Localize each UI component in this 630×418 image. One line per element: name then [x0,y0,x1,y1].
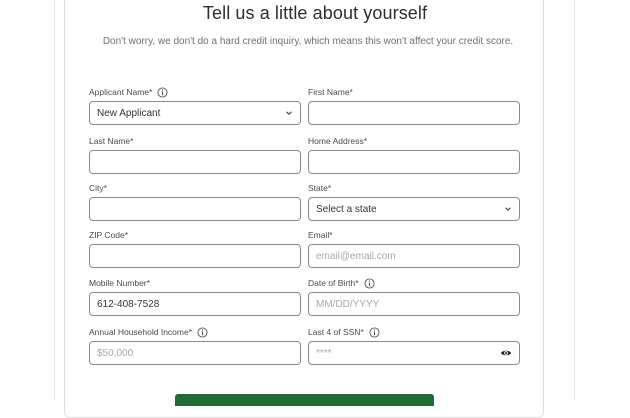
date-of-birth-field: Date of Birth* MM/DD/YYYY [308,278,520,316]
home-address-input[interactable] [308,150,520,174]
state-select-value: Select a state [316,203,377,215]
mobile-number-input[interactable]: 612-408-7528 [89,292,301,316]
last4-ssn-label: Last 4 of SSN* [308,327,520,338]
chevron-down-icon [286,111,292,115]
info-icon[interactable] [369,327,380,338]
mobile-number-value: 612-408-7528 [97,298,160,310]
state-field: State* Select a state [308,183,520,221]
email-label: Email* [308,230,333,240]
last4-ssn-input[interactable]: **** [308,341,520,365]
annual-household-income-label: Annual Household Income* [89,327,301,338]
page-subtitle: Don't worry, we don't do a hard credit i… [102,36,514,47]
page-left-edge [54,0,55,400]
city-input[interactable] [89,197,301,221]
city-field: City* [89,183,301,221]
first-name-label: First Name* [308,87,353,97]
applicant-name-select[interactable]: New Applicant [89,101,301,125]
zip-code-field: ZIP Code* [89,230,301,268]
last4-ssn-field: Last 4 of SSN* **** [308,327,520,365]
continue-button[interactable] [175,394,434,406]
applicant-name-value: New Applicant [97,107,161,119]
home-address-label: Home Address* [308,136,368,146]
page-right-edge [574,0,575,400]
applicant-name-label: Applicant Name* [89,87,301,98]
first-name-input[interactable] [308,101,520,125]
last-name-field: Last Name* [89,136,301,174]
eye-icon[interactable] [500,348,512,358]
city-label: City* [89,183,107,193]
email-field: Email* email@email.com [308,230,520,268]
date-of-birth-placeholder: MM/DD/YYYY [316,298,380,310]
chevron-down-icon [505,207,511,211]
annual-household-income-placeholder: $50,000 [97,347,134,359]
zip-code-label: ZIP Code* [89,230,129,240]
last-name-input[interactable] [89,150,301,174]
email-placeholder: email@email.com [316,250,396,262]
mobile-number-label: Mobile Number* [89,278,150,288]
annual-household-income-input[interactable]: $50,000 [89,341,301,365]
email-input[interactable]: email@email.com [308,244,520,268]
date-of-birth-label: Date of Birth* [308,278,520,289]
info-icon[interactable] [364,278,375,289]
page-title: Tell us a little about yourself [202,3,428,23]
date-of-birth-input[interactable]: MM/DD/YYYY [308,292,520,316]
applicant-name-field: Applicant Name* New Applicant [89,87,301,125]
annual-household-income-field: Annual Household Income* $50,000 [89,327,301,365]
info-icon[interactable] [157,87,168,98]
info-icon[interactable] [197,327,208,338]
state-select[interactable]: Select a state [308,197,520,221]
zip-code-input[interactable] [89,244,301,268]
first-name-field: First Name* [308,87,520,125]
home-address-field: Home Address* [308,136,520,174]
last-name-label: Last Name* [89,136,134,146]
mobile-number-field: Mobile Number* 612-408-7528 [89,278,301,316]
last4-ssn-placeholder: **** [316,347,332,359]
state-label: State* [308,183,332,193]
